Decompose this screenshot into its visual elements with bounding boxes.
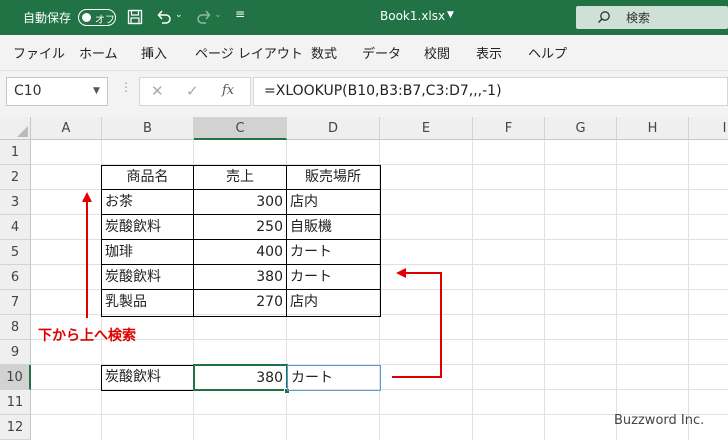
title-bar: 自動保存 オフ ⌄ ⌄ ≡ Book1.xlsx ▼ 検索 <box>0 0 728 35</box>
file-name[interactable]: Book1.xlsx <box>380 9 445 23</box>
tab-data[interactable]: データ <box>362 43 401 62</box>
column-header[interactable]: G <box>545 117 617 140</box>
column-header-selected[interactable]: C <box>194 117 287 140</box>
undo-icon[interactable] <box>155 8 173 26</box>
column-header[interactable]: H <box>617 117 689 140</box>
formula-input[interactable]: =XLOOKUP(B10,B3:B7,C3:D7,,,-1) <box>253 77 728 106</box>
row-header[interactable]: 1 <box>0 140 31 165</box>
tab-review[interactable]: 校閲 <box>424 43 450 62</box>
autosave-state: オフ <box>95 15 115 26</box>
row-header[interactable]: 2 <box>0 165 31 190</box>
row-header[interactable]: 9 <box>0 340 31 365</box>
name-box-value: C10 <box>14 83 42 99</box>
row-header[interactable]: 3 <box>0 190 31 215</box>
column-header[interactable]: A <box>31 117 102 140</box>
watermark: Buzzword Inc. <box>614 413 705 428</box>
tab-insert[interactable]: 挿入 <box>141 43 167 62</box>
row-header[interactable]: 12 <box>0 415 31 440</box>
more-icon: ⋮ <box>120 80 132 94</box>
column-header[interactable]: D <box>287 117 380 140</box>
tab-help[interactable]: ヘルプ <box>528 43 567 62</box>
annotation-arrows <box>82 192 442 378</box>
search-placeholder: 検索 <box>626 11 651 25</box>
select-all-corner[interactable] <box>0 117 31 140</box>
redo-dropdown-icon: ⌄ <box>214 10 222 20</box>
customize-toolbar-icon[interactable]: ≡ <box>235 7 245 21</box>
worksheet-grid[interactable]: A B C D E F G H I 1 2 3 4 5 6 7 8 9 10 1… <box>0 117 728 440</box>
undo-dropdown-icon[interactable]: ⌄ <box>175 10 183 20</box>
save-icon[interactable] <box>127 9 143 25</box>
column-header[interactable]: B <box>102 117 194 140</box>
row-header[interactable]: 11 <box>0 390 31 415</box>
row-header-selected[interactable]: 10 <box>0 365 31 390</box>
tab-page-layout[interactable]: ページ レイアウト <box>195 43 303 62</box>
toggle-knob <box>82 13 91 22</box>
ribbon-tabs: ファイル ホーム 挿入 ページ レイアウト 数式 データ 校閲 表示 ヘルプ <box>0 35 728 71</box>
column-header[interactable]: F <box>473 117 545 140</box>
column-header[interactable]: E <box>380 117 473 140</box>
formula-actions: ✕ ✓ fx <box>139 77 251 106</box>
formula-text: =XLOOKUP(B10,B3:B7,C3:D7,,,-1) <box>264 83 502 99</box>
name-box[interactable]: C10 ▼ <box>6 77 108 106</box>
left-arrow <box>392 268 442 378</box>
tab-home[interactable]: ホーム <box>79 43 118 62</box>
row-header[interactable]: 5 <box>0 240 31 265</box>
row-header[interactable]: 8 <box>0 315 31 340</box>
tab-file[interactable]: ファイル <box>13 43 65 62</box>
tab-formulas[interactable]: 数式 <box>311 43 337 62</box>
row-header[interactable]: 7 <box>0 290 31 315</box>
select-all-icon <box>17 126 28 137</box>
search-box[interactable]: 検索 <box>576 6 728 29</box>
autosave-label: 自動保存 <box>23 11 72 25</box>
name-box-dropdown-icon[interactable]: ▼ <box>93 86 100 96</box>
row-header[interactable]: 6 <box>0 265 31 290</box>
cancel-icon[interactable]: ✕ <box>151 82 164 100</box>
tab-view[interactable]: 表示 <box>476 43 502 62</box>
formula-bar: C10 ▼ ⋮ ✕ ✓ fx =XLOOKUP(B10,B3:B7,C3:D7,… <box>0 71 728 117</box>
insert-function-icon[interactable]: fx <box>222 83 234 98</box>
autosave-toggle[interactable]: オフ <box>78 9 116 26</box>
row-header[interactable]: 4 <box>0 215 31 240</box>
search-icon <box>598 11 610 23</box>
up-arrow <box>82 192 92 318</box>
enter-icon[interactable]: ✓ <box>186 82 199 100</box>
column-header[interactable]: I <box>689 117 728 140</box>
redo-icon <box>197 10 211 24</box>
annotation-note: 下から上へ検索 <box>38 328 136 344</box>
filename-dropdown-icon[interactable]: ▼ <box>447 10 454 20</box>
